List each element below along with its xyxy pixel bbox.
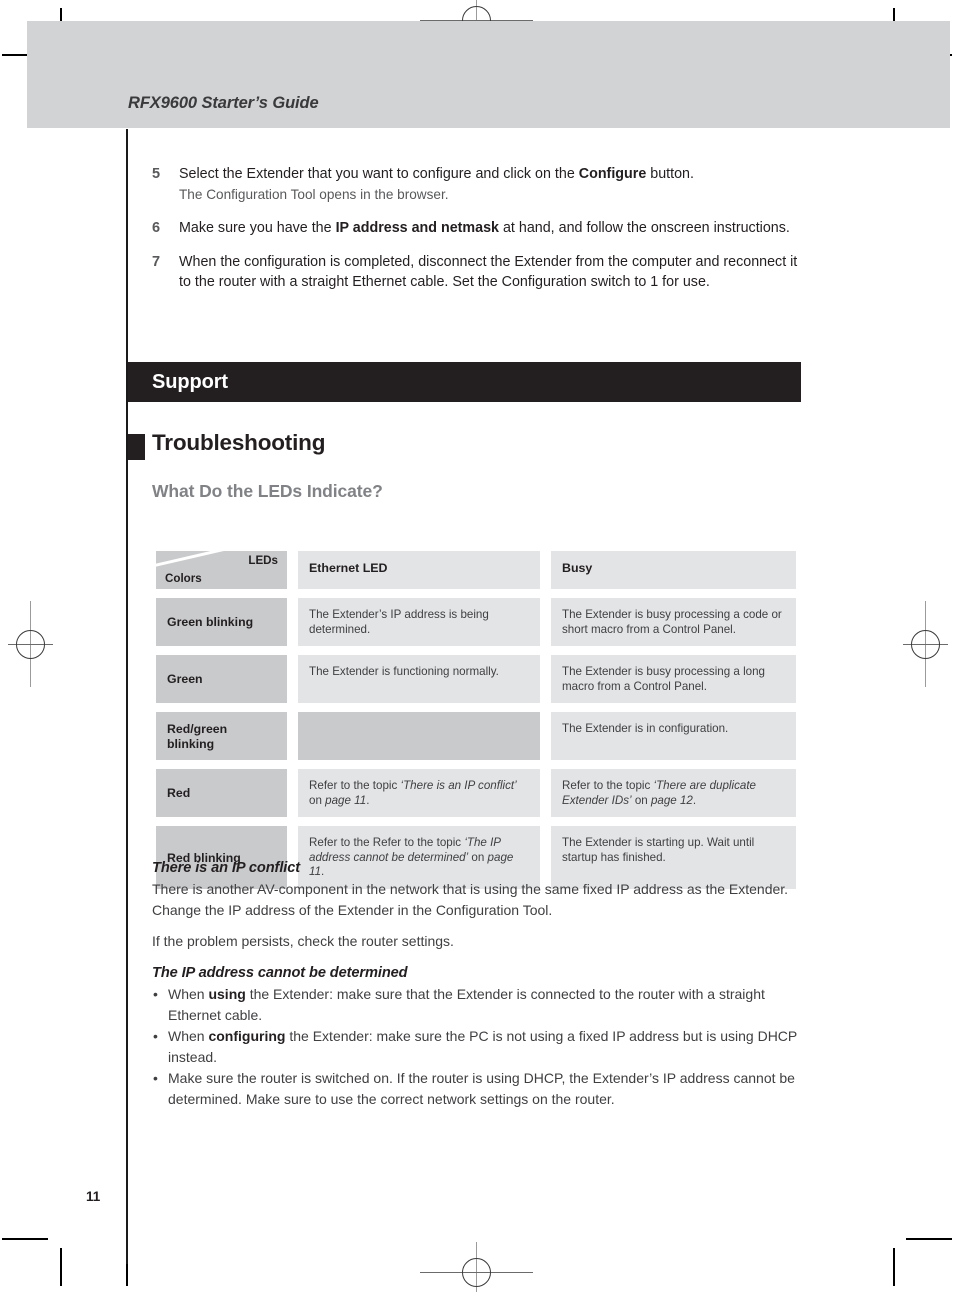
section-ip-cannot-be-determined: The IP address cannot be determined When… [152, 965, 817, 1110]
bullet-text-pre: When [168, 1028, 209, 1044]
led-color-label: Red [156, 769, 287, 817]
step-text-bold-1: Configure [578, 166, 647, 182]
text-pre: Refer to the topic [562, 779, 654, 792]
step-text-part-2: button. [646, 166, 694, 182]
column-header-ethernet-led: Ethernet LED [298, 551, 540, 589]
running-head: RFX9600 Starter’s Guide [128, 94, 319, 112]
led-color-label: Red/green blinking [156, 712, 287, 760]
subsection-heading: What Do the LEDs Indicate? [152, 481, 383, 501]
table-row: Green blinking The Extender’s IP address… [156, 598, 796, 646]
table-row: Green The Extender is functioning normal… [156, 655, 796, 703]
section-ip-conflict: There is an IP conflict There is another… [152, 860, 817, 952]
ethernet-led-description: The Extender’s IP address is being deter… [298, 598, 540, 646]
page-number: 11 [86, 1189, 101, 1204]
led-indicator-table: LEDs Colors Ethernet LED Busy Green blin… [156, 551, 796, 898]
heading-accent-block [128, 434, 145, 460]
crop-mark-bottom-right-v [893, 1248, 895, 1286]
busy-led-description: Refer to the topic ‘There are duplicate … [551, 769, 796, 817]
table-header-row: LEDs Colors Ethernet LED Busy [156, 551, 796, 589]
page-title: Troubleshooting [152, 430, 326, 455]
support-section-bar: Support [128, 362, 801, 402]
registration-mark-right-circle [911, 630, 940, 659]
text-pre: Refer to the topic [309, 779, 401, 792]
text-post: . [366, 793, 370, 807]
busy-led-description: The Extender is busy processing a code o… [551, 598, 796, 646]
step-number: 6 [152, 220, 161, 236]
step-text: Make sure you have the IP address and ne… [179, 218, 812, 239]
busy-led-description: The Extender is busy processing a long m… [551, 655, 796, 703]
text-mid: on [631, 793, 651, 807]
table-row: Red Refer to the topic ‘There is an IP c… [156, 769, 796, 817]
text-emphasis-page: page 12 [650, 793, 693, 807]
list-item: 7 When the configuration is completed, d… [152, 252, 812, 293]
step-text-part-1: Select the Extender that you want to con… [179, 166, 579, 182]
numbered-steps-list: 5 Select the Extender that you want to c… [152, 164, 812, 306]
list-item: Make sure the router is switched on. If … [152, 1068, 817, 1109]
bullet-text-pre: When [168, 986, 209, 1002]
table-corner-cell: LEDs Colors [156, 551, 287, 589]
bullet-list: When using the Extender: make sure that … [152, 984, 817, 1109]
corner-label-colors: Colors [165, 571, 202, 585]
bullet-text-bold: configuring [208, 1028, 286, 1044]
text-emphasis: ‘There is an IP conflict’ [400, 779, 517, 792]
busy-led-description: The Extender is in configuration. [551, 712, 796, 760]
text-mid: on [309, 793, 326, 807]
ethernet-led-description: The Extender is functioning normally. [298, 655, 540, 703]
led-color-label: Green blinking [156, 598, 287, 646]
step-subtext: The Configuration Tool opens in the brow… [179, 186, 449, 202]
step-text-part-1: Make sure you have the [179, 220, 336, 236]
step-text-part-1: When the configuration is completed, dis… [179, 253, 798, 291]
list-item: 6 Make sure you have the IP address and … [152, 218, 812, 239]
list-item: When using the Extender: make sure that … [152, 984, 817, 1025]
crop-mark-bottom-right-h [906, 1238, 952, 1240]
paragraph: If the problem persists, check the route… [152, 933, 454, 949]
step-number: 7 [152, 253, 161, 270]
corner-label-leds: LEDs [248, 554, 278, 567]
text-pre: Refer to the Refer to the topic [309, 836, 465, 849]
ethernet-led-description [298, 712, 540, 760]
registration-mark-left-circle [16, 630, 45, 659]
left-margin-rule [126, 129, 128, 1264]
crop-mark-bottom-left-v [60, 1248, 62, 1286]
column-header-busy: Busy [551, 551, 796, 589]
list-item: When configuring the Extender: make sure… [152, 1026, 817, 1067]
text-emphasis-page: page 11 [325, 793, 367, 807]
list-item: 5 Select the Extender that you want to c… [152, 164, 812, 205]
table-row: Red/green blinking The Extender is in co… [156, 712, 796, 760]
ethernet-led-description: Refer to the topic ‘There is an IP confl… [298, 769, 540, 817]
bullet-text-bold: using [208, 986, 246, 1002]
paragraph: There is another AV-component in the net… [152, 881, 789, 918]
step-text: Select the Extender that you want to con… [179, 164, 812, 205]
led-color-label: Green [156, 655, 287, 703]
bullet-text-pre: Make sure the router is switched on. If … [168, 1070, 795, 1107]
crop-mark-bottom-left-h [2, 1238, 48, 1240]
step-text-part-2: at hand, and follow the onscreen instruc… [499, 220, 790, 236]
step-text: When the configuration is completed, dis… [179, 252, 812, 293]
section-heading: There is an IP conflict [152, 860, 300, 876]
step-number: 5 [152, 166, 161, 182]
registration-mark-bottom-circle [462, 1258, 491, 1287]
text-post: . [692, 793, 697, 807]
bullet-text-post: the Extender: make sure that the Extende… [168, 986, 765, 1023]
section-heading: The IP address cannot be determined [152, 965, 408, 981]
support-bar-title: Support [152, 371, 228, 393]
step-text-bold-1: IP address and netmask [335, 220, 499, 236]
